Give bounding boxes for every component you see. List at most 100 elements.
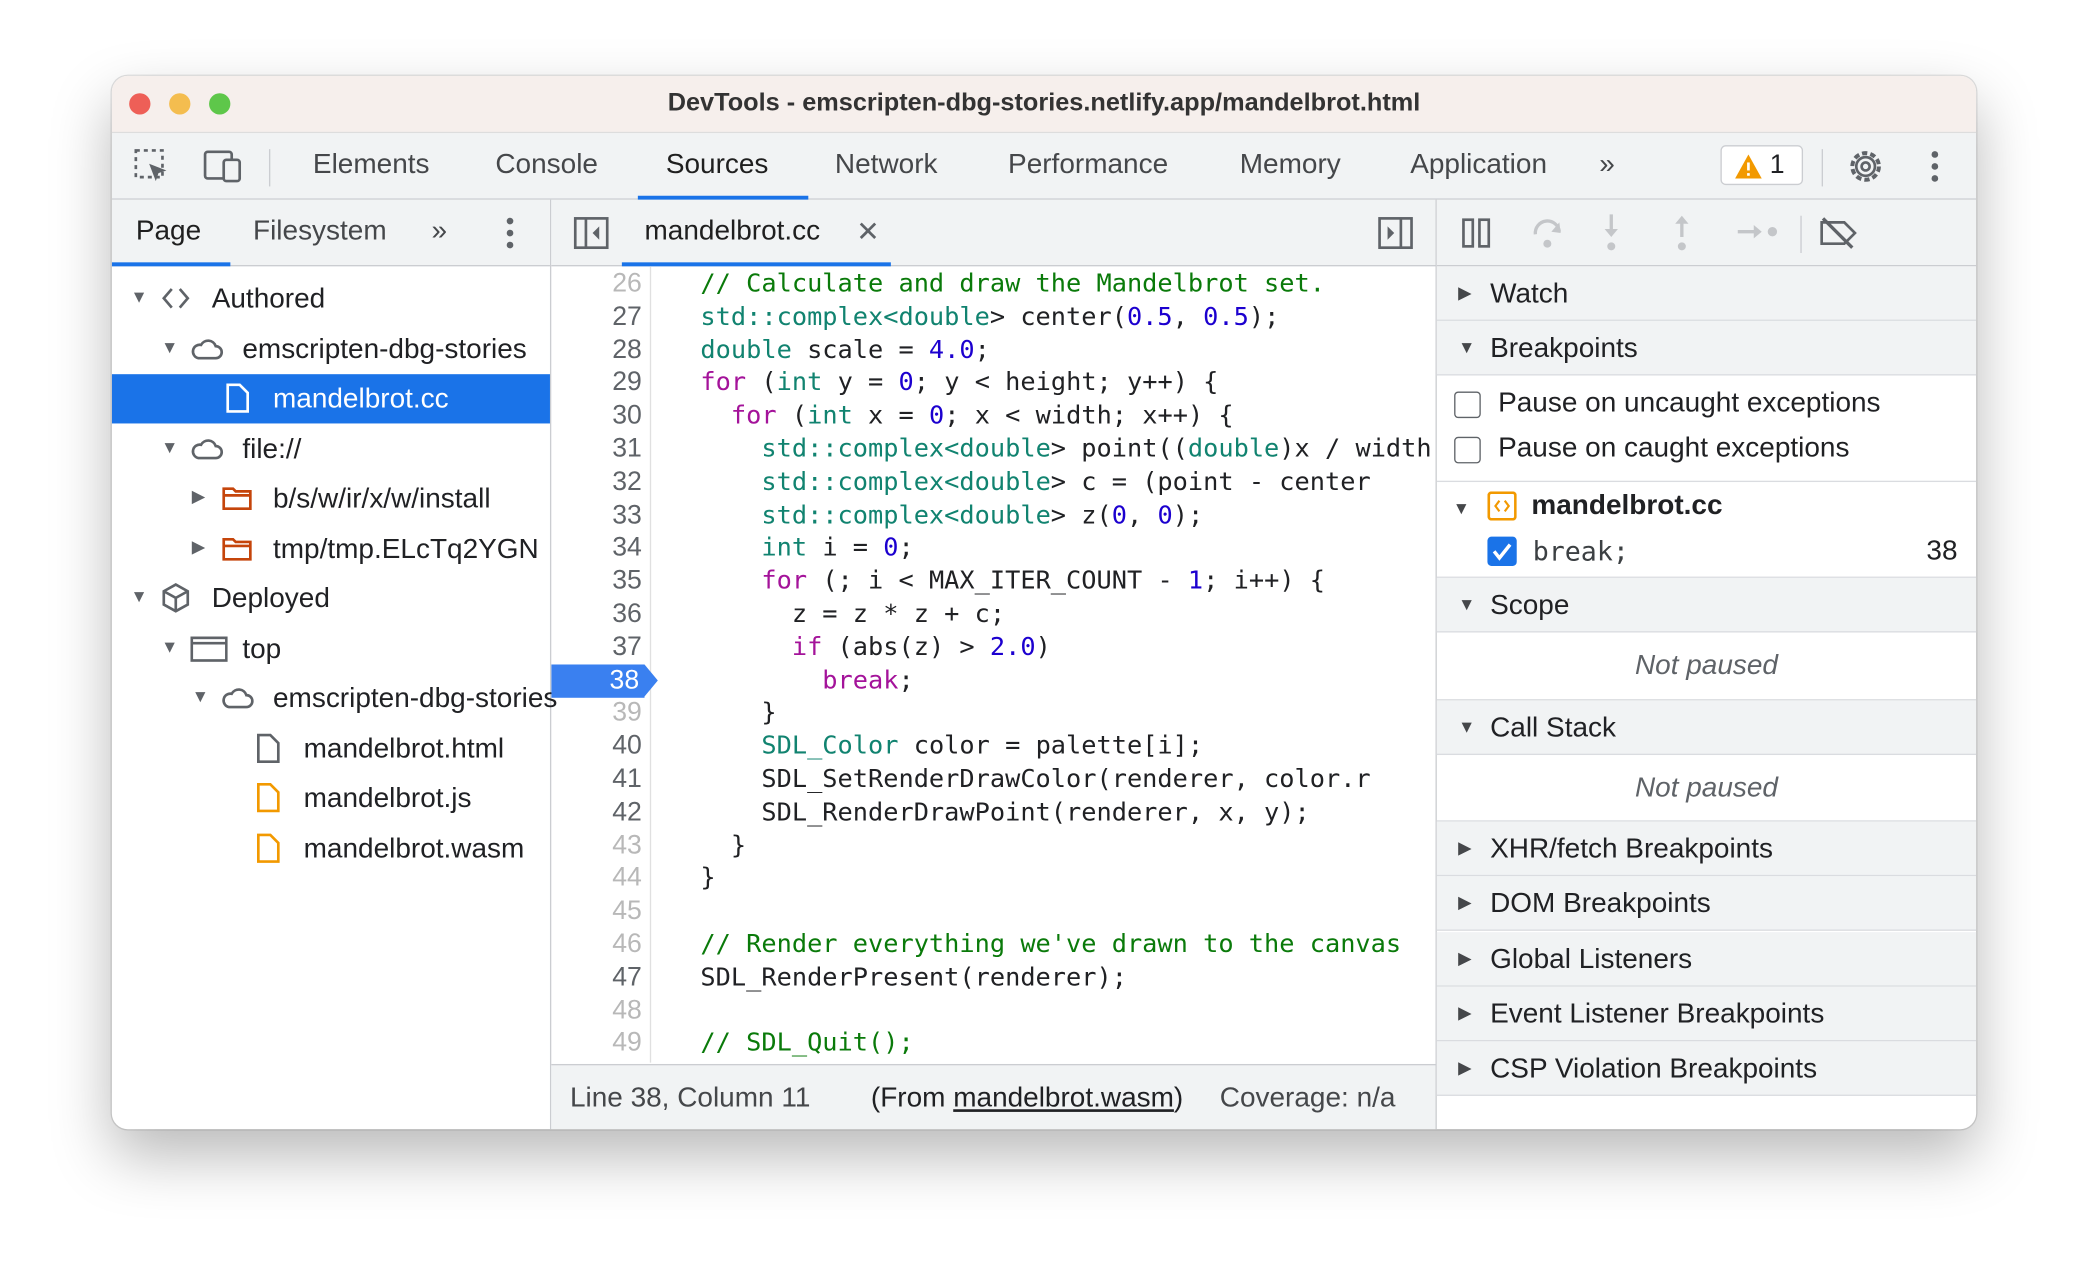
device-toolbar-icon[interactable] [202, 148, 245, 185]
line-number[interactable]: 28 [551, 334, 647, 367]
line-number[interactable]: 44 [551, 862, 647, 895]
dom-breakpointssection-header[interactable]: ▶ DOM Breakpoints [1436, 876, 1977, 932]
code-line[interactable]: 42 SDL_RenderDrawPoint(renderer, x, y); [551, 796, 1437, 829]
toggle-debugger-icon[interactable] [1377, 216, 1414, 251]
warnings-badge[interactable]: 1 [1720, 145, 1804, 186]
line-number[interactable]: 35 [551, 565, 647, 598]
tree-item[interactable]: ▶ b/s/w/ir/x/w/install [112, 474, 550, 523]
navigator-menu-icon[interactable] [503, 216, 516, 253]
code-line[interactable]: 33 std::complex<double> z(0, 0); [551, 499, 1437, 532]
pause-icon[interactable] [1461, 217, 1493, 249]
code-line[interactable]: 26 // Calculate and draw the Mandelbrot s… [551, 268, 1437, 301]
line-number[interactable]: 46 [551, 928, 647, 961]
tree-item[interactable]: mandelbrot.cc [111, 374, 550, 424]
line-number[interactable]: 32 [551, 466, 647, 499]
expanded-arrow-icon[interactable]: ▼ [161, 436, 178, 456]
code-line[interactable]: 39 } [551, 697, 1437, 730]
tree-item[interactable]: ▼ emscripten-dbg-stories [112, 674, 558, 723]
line-number[interactable]: 41 [551, 763, 647, 796]
close-tab-icon[interactable]: ✕ [856, 216, 879, 249]
code-view[interactable]: 26 // Calculate and draw the Mandelbrot s… [551, 266, 1437, 1062]
breakpoints-section-header[interactable]: ▼ Breakpoints [1436, 320, 1977, 376]
line-number[interactable]: 34 [551, 532, 647, 565]
call-stack-section-header[interactable]: ▼ Call Stack [1436, 700, 1977, 756]
expanded-arrow-icon[interactable]: ▼ [130, 286, 147, 306]
line-number[interactable]: 29 [551, 367, 647, 400]
line-number[interactable]: 49 [551, 1027, 647, 1060]
code-line[interactable]: 31 std::complex<double> point((double)x … [551, 433, 1437, 466]
code-line[interactable]: 43 } [551, 829, 1437, 862]
code-line[interactable]: 35 for (; i < MAX_ITER_COUNT - 1; i++) { [551, 565, 1437, 598]
tree-item[interactable]: ▼ Authored [112, 274, 550, 323]
line-number[interactable]: 40 [551, 730, 647, 763]
csp-violation-breakpointssection-header[interactable]: ▶ CSP Violation Breakpoints [1436, 1041, 1977, 1097]
line-number[interactable]: 43 [551, 829, 647, 862]
code-line[interactable]: 37 if (abs(z) > 2.0) [551, 631, 1437, 664]
code-line[interactable]: 36 z = z * z + c; [551, 598, 1437, 631]
step-icon[interactable] [1735, 218, 1780, 245]
tree-item[interactable]: mandelbrot.wasm [112, 824, 550, 873]
breakpoint-enabled-checkbox[interactable] [1487, 536, 1517, 566]
inspect-element-icon[interactable] [133, 148, 170, 185]
breakpoint-marker[interactable] [644, 663, 658, 696]
tree-item[interactable]: mandelbrot.html [112, 724, 550, 773]
breakpoint-line-number[interactable]: 38 [551, 663, 645, 698]
line-number[interactable]: 45 [551, 895, 647, 928]
toggle-navigator-icon[interactable] [573, 216, 610, 251]
line-number[interactable]: 48 [551, 994, 647, 1027]
tab-console[interactable]: Console [495, 149, 598, 181]
line-number[interactable]: 36 [551, 598, 647, 631]
tab-sources[interactable]: Sources [666, 149, 769, 181]
code-line[interactable]: 44} [551, 862, 1437, 895]
tab-network[interactable]: Network [835, 149, 938, 181]
tab-application[interactable]: Application [1410, 149, 1547, 181]
expanded-arrow-icon[interactable]: ▼ [192, 686, 209, 706]
pause-uncaught-checkbox[interactable] [1454, 391, 1481, 419]
xhr-fetch-breakpointssection-header[interactable]: ▶ XHR/fetch Breakpoints [1436, 821, 1977, 877]
deactivate-breakpoints-icon[interactable] [1818, 216, 1861, 251]
collapse-arrow-icon[interactable]: ▼ [1453, 498, 1470, 518]
tab-memory[interactable]: Memory [1240, 149, 1341, 181]
more-options-icon[interactable] [1928, 149, 1941, 186]
expanded-arrow-icon[interactable]: ▼ [161, 636, 178, 656]
code-line[interactable]: 29 for (int y = 0; y < height; y++) { [551, 367, 1437, 400]
line-number[interactable]: 27 [551, 301, 647, 334]
code-line[interactable]: 34 int i = 0; [551, 532, 1437, 565]
line-number[interactable]: 39 [551, 697, 647, 730]
tree-item[interactable]: ▼ file:// [112, 424, 550, 473]
tab-filesystem[interactable]: Filesystem [253, 216, 387, 248]
line-number[interactable]: 42 [551, 796, 647, 829]
expanded-arrow-icon[interactable]: ▼ [130, 586, 147, 606]
more-navigator-tabs-button[interactable]: » [431, 216, 447, 248]
line-number[interactable]: 30 [551, 400, 647, 433]
tab-mandelbrot-cc[interactable]: mandelbrot.cc [645, 216, 821, 248]
tree-item[interactable]: ▼ Deployed [112, 574, 550, 623]
collapsed-arrow-icon[interactable]: ▶ [192, 486, 205, 507]
step-out-icon[interactable] [1671, 213, 1692, 253]
code-line[interactable]: 32 std::complex<double> c = (point - cen… [551, 466, 1437, 499]
code-line[interactable]: 48 [551, 994, 1437, 1027]
settings-gear-icon[interactable] [1846, 146, 1886, 186]
watch-section-header[interactable]: ▶ Watch [1436, 266, 1977, 321]
code-line[interactable]: 45 [551, 895, 1437, 928]
line-number[interactable]: 31 [551, 433, 647, 466]
global-listenerssection-header[interactable]: ▶ Global Listeners [1436, 931, 1977, 987]
step-into-icon[interactable] [1601, 213, 1622, 253]
line-number[interactable]: 37 [551, 631, 647, 664]
line-number[interactable]: 33 [551, 499, 647, 532]
collapsed-arrow-icon[interactable]: ▶ [192, 536, 205, 557]
line-number[interactable]: 47 [551, 961, 647, 994]
tree-item[interactable]: ▼ emscripten-dbg-stories [112, 324, 550, 373]
code-line[interactable]: 40 SDL_Color color = palette[i]; [551, 730, 1437, 763]
pause-caught-checkbox[interactable] [1454, 436, 1481, 464]
tree-item[interactable]: mandelbrot.js [112, 774, 550, 823]
code-line[interactable]: 38 break; [551, 663, 1437, 698]
code-line[interactable]: 41 SDL_SetRenderDrawColor(renderer, colo… [551, 763, 1437, 796]
event-listener-breakpointssection-header[interactable]: ▶ Event Listener Breakpoints [1436, 986, 1977, 1042]
tab-page[interactable]: Page [136, 216, 201, 248]
scope-section-header[interactable]: ▼ Scope [1436, 577, 1977, 633]
tree-item[interactable]: ▼ top [112, 624, 550, 673]
tree-item[interactable]: ▶ tmp/tmp.ELcTq2YGN [112, 524, 550, 573]
code-line[interactable]: 28 double scale = 4.0; [551, 334, 1437, 367]
step-over-icon[interactable] [1530, 216, 1565, 251]
